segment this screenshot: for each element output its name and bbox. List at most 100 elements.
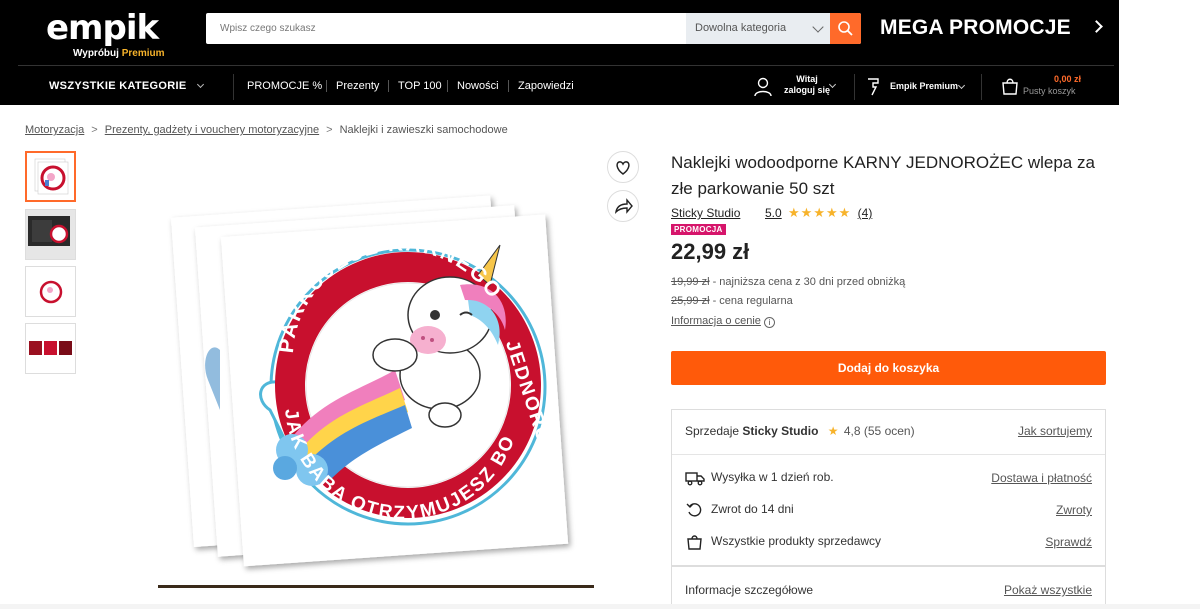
cart-status: Pusty koszyk	[1023, 86, 1076, 96]
promo-badge: PROMOCJA	[671, 224, 726, 235]
main-nav: WSZYSTKIE KATEGORIE PROMOCJE % Prezenty …	[0, 66, 1119, 105]
product-thumbnail-1[interactable]	[25, 151, 76, 202]
product-thumbnail-4[interactable]	[25, 323, 76, 374]
wishlist-button[interactable]	[607, 151, 639, 183]
nav-divider	[326, 80, 327, 92]
heart-icon	[616, 161, 630, 175]
product-thumbnail-2[interactable]	[25, 209, 76, 260]
lowest-price: 19,99 zł	[671, 276, 710, 288]
search-input[interactable]	[206, 13, 686, 44]
thumbnail-image	[26, 324, 75, 373]
seller-info: Sprzedaje Sticky Studio ★ 4,8 (55 ocen)	[685, 424, 915, 438]
shipping-info: Wysyłka w 1 dzień rob.	[685, 470, 834, 486]
logo-sub-premium: Premium	[121, 48, 165, 59]
nav-link-prezenty[interactable]: Prezenty	[336, 80, 379, 92]
breadcrumb-separator: >	[326, 124, 333, 136]
nav-divider	[508, 80, 509, 92]
premium-label: Empik Premium	[890, 81, 959, 91]
premium-icon	[868, 78, 879, 96]
chevron-down-icon	[812, 21, 824, 33]
seller-name[interactable]: Sticky Studio	[742, 424, 818, 438]
truck-icon	[685, 472, 705, 486]
shipping-label: Wysyłka w 1 dzień rob.	[711, 470, 834, 485]
share-icon	[614, 198, 633, 215]
details-label: Informacje szczegółowe	[685, 583, 814, 597]
check-seller-products-link[interactable]: Sprawdź	[1045, 535, 1092, 549]
nav-divider	[981, 74, 982, 100]
product-price: 22,99 zł	[671, 239, 750, 264]
image-bottom-strip	[158, 585, 594, 588]
show-all-details-link[interactable]: Pokaż wszystkie	[1004, 583, 1092, 597]
user-greeting-line2: zaloguj się	[783, 85, 830, 95]
price-info-link[interactable]: Informacja o cenie i	[671, 315, 775, 328]
details-section: Informacje szczegółowe Pokaż wszystkie	[671, 566, 1106, 609]
product-rating[interactable]: 5.0 ★★★★★ (4)	[765, 205, 872, 221]
premium-menu[interactable]: Empik Premium	[866, 74, 976, 100]
user-greeting-line1: Witaj	[796, 74, 818, 84]
seller-box: Sprzedaje Sticky Studio ★ 4,8 (55 ocen) …	[671, 409, 1106, 566]
nav-divider	[233, 74, 234, 100]
search-bar: Dowolna kategoria	[206, 13, 861, 44]
top-header: empik Wypróbuj Premium Dowolna kategoria…	[0, 0, 1119, 105]
price-info-label: Informacja o cenie	[671, 315, 761, 327]
logo-text: empik	[46, 8, 159, 48]
rating-value: 5.0	[765, 206, 782, 220]
cart-button[interactable]: 0,00 zł Pusty koszyk	[990, 72, 1110, 102]
shipping-payment-link[interactable]: Dostawa i płatność	[991, 471, 1092, 485]
return-label: Zwrot do 14 dni	[711, 502, 794, 517]
nav-link-promocje[interactable]: PROMOCJE %	[247, 80, 322, 92]
search-button[interactable]	[830, 13, 861, 44]
lowest-price-info: 19,99 zł - najniższa cena z 30 dni przed…	[671, 276, 905, 288]
breadcrumb-separator: >	[91, 124, 98, 136]
share-button[interactable]	[607, 190, 639, 222]
info-icon: i	[763, 317, 775, 328]
chevron-right-icon[interactable]	[1090, 20, 1103, 33]
chevron-down-icon	[196, 80, 205, 89]
thumbnail-image	[26, 267, 75, 316]
product-title: Naklejki wodoodporne KARNY JEDNOROŻEC wl…	[671, 153, 1095, 198]
product-thumbnail-3[interactable]	[25, 266, 76, 317]
page-margin	[1119, 0, 1200, 609]
seller-link[interactable]: Sticky Studio	[671, 206, 740, 220]
nav-divider	[388, 80, 389, 92]
search-category-label: Dowolna kategoria	[695, 22, 787, 34]
cart-icon	[1002, 78, 1018, 95]
regular-price-info: 25,99 zł - cena regularna	[671, 295, 793, 307]
breadcrumb-link[interactable]: Motoryzacja	[25, 124, 84, 136]
breadcrumb-link[interactable]: Prezenty, gadżety i vouchery motoryzacyj…	[105, 124, 319, 136]
user-account-menu[interactable]: Witaj zaloguj się	[754, 74, 844, 100]
all-products-label: Wszystkie produkty sprzedawcy	[711, 534, 882, 549]
lowest-price-note: - najniższa cena z 30 dni przed obniżką	[709, 276, 906, 288]
logo-sub-prefix: Wypróbuj	[73, 48, 119, 59]
sorting-info-link[interactable]: Jak sortujemy	[1018, 424, 1092, 438]
search-icon	[838, 21, 853, 36]
star-icon: ★	[827, 424, 839, 438]
mega-promo-link[interactable]: MEGA PROMOCJE	[880, 16, 1071, 40]
seller-score-count: (55 ocen)	[863, 424, 915, 438]
chevron-down-icon	[957, 81, 966, 90]
logo-subtitle: Wypróbuj Premium	[73, 48, 165, 59]
nav-divider	[854, 74, 855, 100]
all-products-info: Wszystkie produkty sprzedawcy	[685, 534, 881, 550]
regular-price: 25,99 zł	[671, 295, 710, 307]
review-count: (4)	[857, 206, 873, 220]
empik-logo[interactable]: empik Wypróbuj Premium	[46, 8, 166, 60]
breadcrumb: Motoryzacja > Prezenty, gadżety i vouchery…	[25, 124, 508, 136]
regular-price-note: - cena regularna	[709, 295, 793, 307]
search-category-select[interactable]: Dowolna kategoria	[686, 13, 830, 44]
all-categories-button[interactable]: WSZYSTKIE KATEGORIE	[49, 80, 187, 92]
nav-link-nowosci[interactable]: Nowości	[457, 80, 499, 92]
returns-link[interactable]: Zwroty	[1056, 503, 1092, 517]
product-main-image[interactable]: PARKUJESZ KARNEGO JEDNOROŻCA JAK BABA OT…	[160, 150, 594, 587]
sold-by-label: Sprzedaje	[685, 424, 740, 438]
seller-score: 4,8	[843, 424, 861, 438]
nav-link-top100[interactable]: TOP 100	[398, 80, 442, 92]
nav-link-zapowiedzi[interactable]: Zapowiedzi	[518, 80, 574, 92]
user-icon	[754, 77, 772, 97]
return-icon	[686, 503, 702, 517]
add-to-cart-button[interactable]: Dodaj do koszyka	[671, 351, 1106, 385]
star-icon: ★★★★★	[788, 205, 852, 220]
return-info: Zwrot do 14 dni	[685, 502, 794, 518]
bag-icon	[687, 535, 702, 550]
cart-price: 0,00 zł	[1054, 74, 1082, 84]
